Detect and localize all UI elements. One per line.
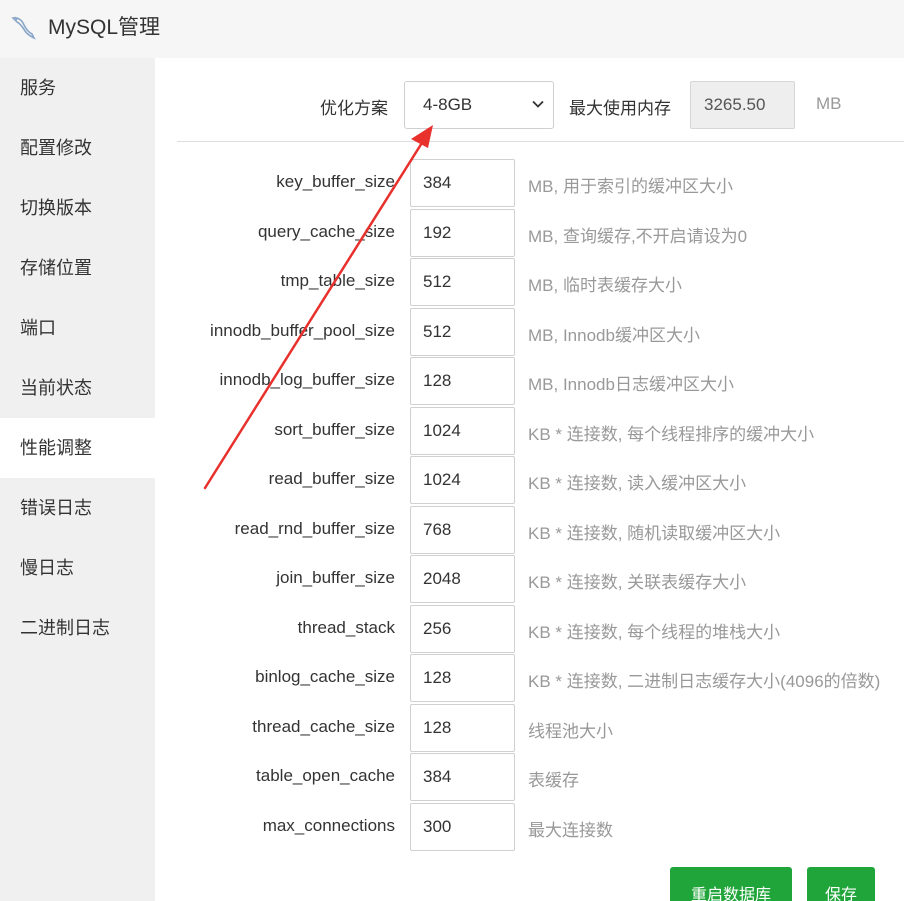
chevron-down-icon <box>532 100 544 108</box>
param-description: MB, 临时表缓存大小 <box>528 276 682 295</box>
param-description: MB, Innodb缓冲区大小 <box>528 325 700 345</box>
param-label: thread_stack <box>297 617 395 637</box>
max-memory-unit: MB <box>816 94 842 113</box>
param-row: innodb_log_buffer_size MB, Innodb日志缓冲区大小 <box>155 357 904 406</box>
param-label: read_rnd_buffer_size <box>234 518 395 538</box>
plan-selected-value: 4-8GB <box>423 95 473 114</box>
param-description: 表缓存 <box>528 771 579 790</box>
sidebar-item-error-log[interactable]: 错误日志 <box>0 478 155 538</box>
param-description: KB * 连接数, 二进制日志缓存大小(4096的倍数) <box>528 672 881 691</box>
mysql-dolphin-icon <box>11 16 36 40</box>
param-input[interactable] <box>410 357 515 405</box>
app-title: MySQL管理 <box>48 16 161 39</box>
param-row: sort_buffer_size KB * 连接数, 每个线程排序的缓冲大小 <box>155 406 904 456</box>
sidebar-item-version[interactable]: 切换版本 <box>0 178 155 238</box>
param-description: KB * 连接数, 读入缓冲区大小 <box>528 474 747 493</box>
param-description: KB * 连接数, 随机读取缓冲区大小 <box>528 523 781 543</box>
param-description: KB * 连接数, 每个线程的堆栈大小 <box>528 622 781 642</box>
param-input[interactable] <box>410 753 515 801</box>
sidebar-item-slow-log[interactable]: 慢日志 <box>0 538 155 598</box>
param-description: KB * 连接数, 关联表缓存大小 <box>528 573 747 592</box>
sidebar-item-performance[interactable]: 性能调整 <box>0 418 155 478</box>
param-input[interactable] <box>410 258 515 306</box>
param-label: max_connections <box>262 815 395 835</box>
max-memory-field: 3265.50 <box>690 81 795 129</box>
param-row: read_buffer_size KB * 连接数, 读入缓冲区大小 <box>155 456 904 505</box>
param-row: thread_cache_size 线程池大小 <box>155 703 904 753</box>
param-row: read_rnd_buffer_size KB * 连接数, 随机读取缓冲区大小 <box>155 505 904 555</box>
param-input[interactable] <box>410 505 515 554</box>
param-description: MB, Innodb日志缓冲区大小 <box>528 375 734 394</box>
save-button[interactable]: 保存 <box>807 867 875 901</box>
sidebar-item-status[interactable]: 当前状态 <box>0 358 155 418</box>
param-input[interactable] <box>410 802 515 851</box>
param-input[interactable] <box>410 555 515 603</box>
param-description: 线程池大小 <box>528 721 613 741</box>
param-description: KB * 连接数, 每个线程排序的缓冲大小 <box>528 424 815 444</box>
param-label: innodb_buffer_pool_size <box>210 320 395 340</box>
sidebar: 服务 配置修改 切换版本 存储位置 端口 当前状态 性能调整 错误日志 慢日志 … <box>0 58 155 901</box>
param-description: MB, 查询缓存,不开启请设为0 <box>528 226 748 246</box>
app-header: MySQL管理 <box>0 0 904 58</box>
divider <box>177 141 904 142</box>
param-input[interactable] <box>410 159 515 207</box>
param-input[interactable] <box>410 654 515 702</box>
param-label: join_buffer_size <box>276 568 395 587</box>
param-input[interactable] <box>410 208 515 257</box>
plan-label: 优化方案 <box>320 99 388 118</box>
param-row: innodb_buffer_pool_size MB, Innodb缓冲区大小 <box>155 307 904 357</box>
param-row: query_cache_size MB, 查询缓存,不开启请设为0 <box>155 208 904 258</box>
param-row: thread_stack KB * 连接数, 每个线程的堆栈大小 <box>155 604 904 654</box>
sidebar-item-config[interactable]: 配置修改 <box>0 118 155 178</box>
plan-row: 优化方案 4-8GB 最大使用内存 3265.50 MB <box>155 58 904 142</box>
param-row: join_buffer_size KB * 连接数, 关联表缓存大小 <box>155 555 904 604</box>
main-panel: 优化方案 4-8GB 最大使用内存 3265.50 MB key_buffer_… <box>155 58 904 901</box>
sidebar-item-storage[interactable]: 存储位置 <box>0 238 155 298</box>
sidebar-item-service[interactable]: 服务 <box>0 58 155 118</box>
param-label: thread_cache_size <box>252 716 395 736</box>
param-label: key_buffer_size <box>276 172 395 191</box>
param-row: binlog_cache_size KB * 连接数, 二进制日志缓存大小(409… <box>155 654 904 703</box>
param-label: read_buffer_size <box>268 469 395 488</box>
param-row: max_connections 最大连接数 <box>155 802 904 852</box>
param-label: innodb_log_buffer_size <box>219 370 396 389</box>
param-label: table_open_cache <box>256 766 395 785</box>
sidebar-item-binlog[interactable]: 二进制日志 <box>0 598 155 658</box>
sidebar-item-port[interactable]: 端口 <box>0 298 155 358</box>
param-row: tmp_table_size MB, 临时表缓存大小 <box>155 258 904 307</box>
param-input[interactable] <box>410 307 515 356</box>
param-label: binlog_cache_size <box>255 667 395 686</box>
param-description: MB, 用于索引的缓冲区大小 <box>528 177 733 196</box>
plan-select[interactable]: 4-8GB <box>404 81 554 129</box>
param-description: 最大连接数 <box>528 820 613 840</box>
param-label: sort_buffer_size <box>274 419 395 439</box>
param-row: key_buffer_size MB, 用于索引的缓冲区大小 <box>155 159 904 208</box>
param-input[interactable] <box>410 456 515 504</box>
param-input[interactable] <box>410 703 515 752</box>
param-input[interactable] <box>410 406 515 455</box>
param-input[interactable] <box>410 604 515 653</box>
param-label: tmp_table_size <box>280 271 395 290</box>
restart-database-button[interactable]: 重启数据库 <box>670 867 792 901</box>
param-row: table_open_cache 表缓存 <box>155 753 904 802</box>
max-memory-label: 最大使用内存 <box>569 99 671 118</box>
param-label: query_cache_size <box>257 221 395 241</box>
